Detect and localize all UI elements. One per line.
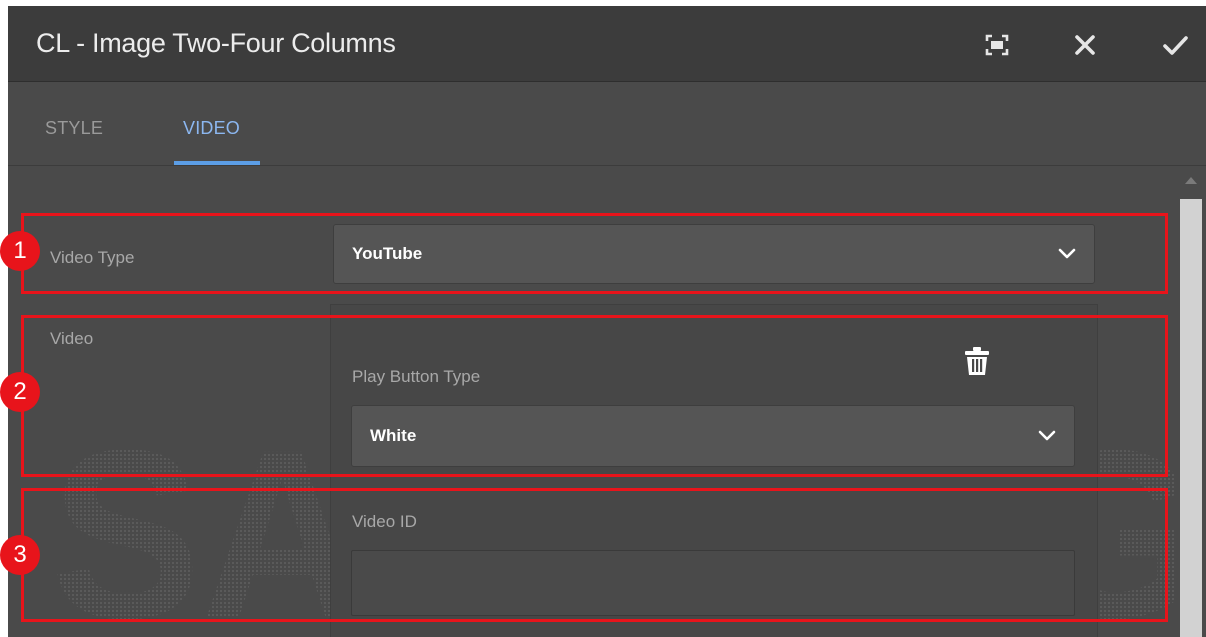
tab-style[interactable]: STYLE [45, 118, 103, 139]
fullscreen-icon[interactable] [980, 28, 1014, 62]
dialog-titlebar: CL - Image Two-Four Columns [8, 6, 1206, 82]
tab-video[interactable]: VIDEO [183, 118, 240, 139]
form-content: SAMSUNG Video Type YouTube Video Play Bu… [8, 167, 1201, 637]
trash-icon[interactable] [963, 346, 991, 376]
play-button-type-label: Play Button Type [352, 367, 481, 386]
play-button-type-value: White [370, 426, 417, 445]
video-id-input[interactable] [351, 550, 1075, 616]
close-icon[interactable] [1068, 28, 1102, 62]
scrollbar-thumb[interactable] [1180, 199, 1202, 637]
active-tab-indicator [174, 161, 260, 165]
annotation-badge-2: 2 [0, 372, 40, 412]
chevron-down-icon [1058, 248, 1076, 259]
video-type-select[interactable]: YouTube [333, 224, 1095, 284]
checkmark-icon[interactable] [1158, 28, 1192, 62]
annotation-badge-3: 3 [0, 535, 40, 575]
video-type-label: Video Type [50, 248, 135, 267]
chevron-down-icon [1038, 430, 1056, 441]
play-button-type-select[interactable]: White [351, 405, 1075, 467]
video-label: Video [50, 329, 94, 348]
video-type-value: YouTube [352, 244, 423, 263]
dialog: CL - Image Two-Four Columns STYLE VIDEO [8, 6, 1206, 637]
scrollbar[interactable] [1176, 167, 1206, 637]
scroll-up-arrow-icon[interactable] [1184, 175, 1198, 185]
annotation-badge-1: 1 [0, 231, 40, 271]
video-id-label: Video ID [352, 512, 417, 531]
dialog-title: CL - Image Two-Four Columns [36, 28, 396, 58]
tab-bar: STYLE VIDEO [8, 83, 1206, 166]
